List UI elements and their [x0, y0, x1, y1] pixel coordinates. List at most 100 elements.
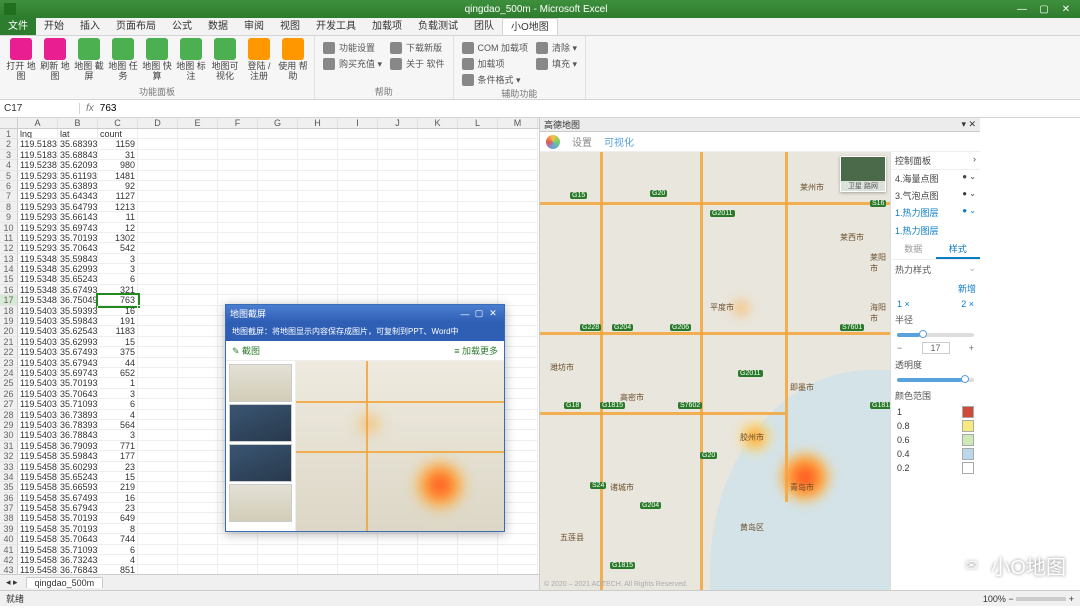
table-row[interactable]: 5119.529335.611931481 — [0, 171, 539, 181]
cell[interactable] — [218, 223, 258, 233]
minus-button[interactable]: − — [897, 343, 902, 353]
cell[interactable]: 119.5293 — [18, 243, 58, 253]
cell[interactable] — [378, 150, 418, 160]
table-row[interactable]: 7119.529335.643431127 — [0, 191, 539, 201]
cell[interactable] — [218, 233, 258, 243]
cell[interactable] — [138, 129, 178, 139]
cell[interactable] — [138, 171, 178, 181]
cell[interactable] — [138, 513, 178, 523]
cell[interactable] — [378, 243, 418, 253]
cell[interactable] — [298, 243, 338, 253]
cell[interactable] — [458, 254, 498, 264]
load-more-button[interactable]: ≡ 加载更多 — [454, 344, 498, 357]
gear-button[interactable]: 功能设置 — [321, 40, 384, 55]
cell[interactable] — [458, 555, 498, 565]
cell[interactable] — [298, 233, 338, 243]
table-row[interactable]: 8119.529335.647931213 — [0, 202, 539, 212]
table-row[interactable]: 11119.529335.701931302 — [0, 233, 539, 243]
cell[interactable]: 6 — [98, 399, 138, 409]
cell[interactable]: 35.64793 — [58, 202, 98, 212]
cell[interactable]: 119.5403 — [18, 326, 58, 336]
x1[interactable]: 1 × — [897, 299, 910, 309]
cell[interactable] — [218, 150, 258, 160]
cell[interactable] — [178, 555, 218, 565]
cell[interactable]: 649 — [98, 513, 138, 523]
cell[interactable] — [298, 274, 338, 284]
cell[interactable] — [378, 285, 418, 295]
cell[interactable] — [218, 212, 258, 222]
cell[interactable]: 35.64343 — [58, 191, 98, 201]
thumb[interactable] — [229, 364, 292, 402]
table-row[interactable]: 1lnglatcount — [0, 129, 539, 139]
cell[interactable] — [418, 274, 458, 284]
fill-button[interactable]: 填充 ▾ — [534, 56, 579, 71]
cell[interactable] — [178, 202, 218, 212]
cell[interactable] — [338, 202, 378, 212]
cell[interactable]: 35.59843 — [58, 451, 98, 461]
color-stop[interactable]: 0.4 — [891, 447, 980, 461]
cell[interactable] — [258, 212, 298, 222]
cell[interactable]: 119.5403 — [18, 410, 58, 420]
cell[interactable]: 119.5458 — [18, 462, 58, 472]
table-row[interactable]: 41119.545835.710936 — [0, 545, 539, 555]
cell[interactable] — [178, 399, 218, 409]
cell[interactable]: 771 — [98, 441, 138, 451]
col-header[interactable]: A — [18, 118, 58, 128]
cell[interactable] — [138, 430, 178, 440]
cell[interactable]: 119.5458 — [18, 482, 58, 492]
cell[interactable]: lng — [18, 129, 58, 139]
cell[interactable]: 92 — [98, 181, 138, 191]
cell[interactable] — [218, 555, 258, 565]
cell[interactable] — [458, 243, 498, 253]
cell[interactable]: 119.5458 — [18, 513, 58, 523]
cell[interactable] — [418, 191, 458, 201]
table-row[interactable]: 4119.523835.62093980 — [0, 160, 539, 170]
cell[interactable]: 35.59393 — [58, 306, 98, 316]
cell[interactable] — [298, 171, 338, 181]
radius-slider[interactable] — [897, 333, 974, 337]
cell[interactable]: 35.69743 — [58, 368, 98, 378]
cell[interactable] — [258, 181, 298, 191]
cell[interactable]: 119.5458 — [18, 441, 58, 451]
cell[interactable] — [458, 545, 498, 555]
cell[interactable] — [458, 171, 498, 181]
cell[interactable]: 119.5293 — [18, 212, 58, 222]
col-header[interactable]: M — [498, 118, 538, 128]
cell[interactable]: 8 — [98, 524, 138, 534]
col-header[interactable]: L — [458, 118, 498, 128]
cell[interactable]: 23 — [98, 503, 138, 513]
cell[interactable] — [258, 534, 298, 544]
cell[interactable] — [298, 565, 338, 574]
cell[interactable] — [138, 316, 178, 326]
cell[interactable] — [138, 233, 178, 243]
tab-视图[interactable]: 视图 — [272, 18, 308, 35]
cell[interactable]: 35.70193 — [58, 378, 98, 388]
cell[interactable] — [178, 493, 218, 503]
cell[interactable]: 119.5293 — [18, 191, 58, 201]
cell[interactable] — [218, 545, 258, 555]
cell[interactable] — [418, 212, 458, 222]
cell[interactable]: 191 — [98, 316, 138, 326]
cell[interactable] — [218, 202, 258, 212]
cell[interactable]: 119.5458 — [18, 565, 58, 574]
cell[interactable] — [418, 150, 458, 160]
cell[interactable]: 119.5293 — [18, 233, 58, 243]
col-header[interactable]: E — [178, 118, 218, 128]
cell[interactable]: 980 — [98, 160, 138, 170]
cell[interactable] — [458, 191, 498, 201]
cell[interactable]: 31 — [98, 150, 138, 160]
cell[interactable] — [378, 274, 418, 284]
col-header[interactable]: K — [418, 118, 458, 128]
col-header[interactable]: B — [58, 118, 98, 128]
cut-button[interactable]: ✎ 截图 — [232, 344, 260, 357]
cell[interactable] — [258, 139, 298, 149]
cell[interactable]: 119.5348 — [18, 264, 58, 274]
cell[interactable]: 3 — [98, 389, 138, 399]
map-calc-button[interactable]: 地图 快算 — [142, 38, 172, 81]
cell[interactable]: 35.67493 — [58, 347, 98, 357]
cell[interactable] — [178, 420, 218, 430]
cell[interactable] — [138, 254, 178, 264]
cell[interactable] — [258, 274, 298, 284]
cell[interactable] — [138, 545, 178, 555]
cell[interactable] — [138, 451, 178, 461]
